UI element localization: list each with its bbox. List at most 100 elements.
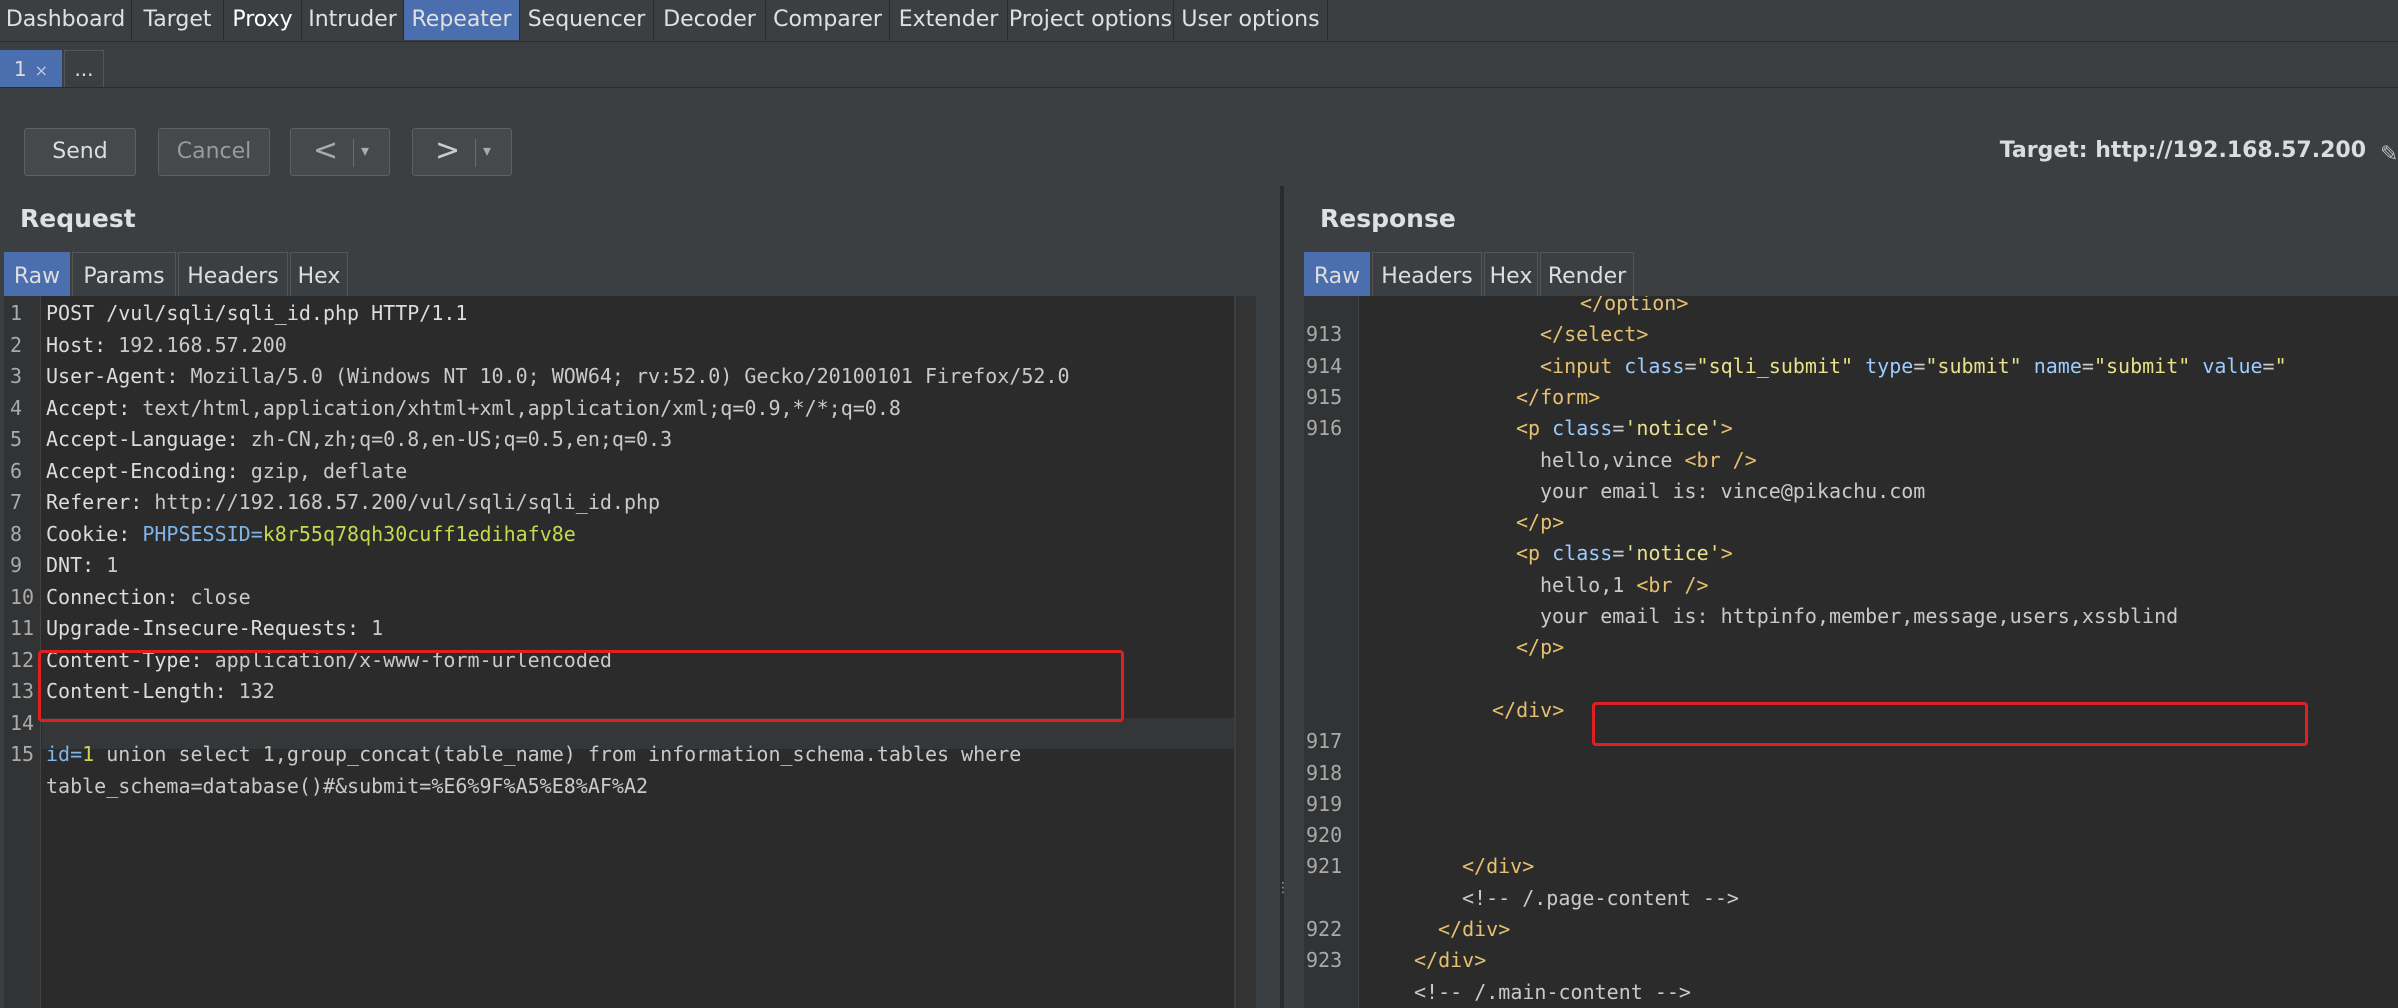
header-name: Accept: xyxy=(46,395,131,420)
code-token: your email is: httpinfo,member,message,u… xyxy=(1540,604,2179,628)
chevron-right-icon: > xyxy=(435,133,461,168)
code-token: = xyxy=(2081,353,2094,378)
response-line: <!-- /.page-content --> xyxy=(1462,883,1739,914)
header-name: Cookie: xyxy=(46,521,131,546)
response-tab-render[interactable]: Render xyxy=(1540,252,1634,296)
tab-dashboard[interactable]: Dashboard xyxy=(0,0,132,40)
close-icon[interactable]: × xyxy=(35,61,48,80)
line-number: 4 xyxy=(10,395,23,420)
tab-sequencer[interactable]: Sequencer xyxy=(520,0,654,40)
tab-project-options[interactable]: Project options xyxy=(1008,0,1174,40)
target-label: Target: http://192.168.57.200 xyxy=(1999,138,2366,163)
code-token: "submit" xyxy=(2093,353,2191,378)
header-value: 1 xyxy=(94,553,119,577)
line-number: 916 xyxy=(1306,416,1343,441)
separator xyxy=(475,139,476,167)
request-line: Cookie: PHPSESSID=k8r55q78qh30cuff1ediha… xyxy=(46,519,576,550)
code-token: class xyxy=(1612,353,1685,378)
code-token: class xyxy=(1540,416,1613,441)
line-number: 913 xyxy=(1306,322,1343,347)
tab-target[interactable]: Target xyxy=(132,0,224,40)
repeater-tabs: 1 × ... xyxy=(0,42,2398,88)
header-name: Upgrade-Insecure-Requests: xyxy=(46,616,360,640)
tab-intruder[interactable]: Intruder xyxy=(302,0,404,40)
line-number: 2 xyxy=(10,332,23,357)
response-line: hello,vince <br /> xyxy=(1540,445,1757,476)
response-tab-raw[interactable]: Raw xyxy=(1304,252,1370,296)
send-button[interactable]: Send xyxy=(24,128,136,176)
code-token: > xyxy=(1552,697,1565,722)
chevron-down-icon[interactable]: ▾ xyxy=(361,141,369,160)
request-tab-headers[interactable]: Headers xyxy=(178,252,288,296)
line-number: 15 xyxy=(10,742,35,766)
request-tab-hex[interactable]: Hex xyxy=(290,252,348,296)
code-token: > xyxy=(1676,296,1689,315)
line-number: 922 xyxy=(1306,917,1343,941)
header-name: Accept-Language: xyxy=(46,427,239,451)
cookie-value: k8r55q78qh30cuff1edihafv8e xyxy=(262,521,576,546)
tab-repeater[interactable]: Repeater xyxy=(404,0,520,40)
main-menu-bar: Dashboard Target Proxy Intruder Repeater… xyxy=(0,0,2398,42)
response-line: </div> xyxy=(1414,945,1486,976)
request-line: DNT: 1 xyxy=(46,550,118,581)
line-number: 9 xyxy=(10,553,23,577)
request-editor[interactable]: 1 2 3 4 5 6 7 8 9 10 11 12 13 14 15 POST /vul/sqli/sql… xyxy=(4,296,1234,1008)
code-token: </div xyxy=(1462,854,1523,879)
line-number: 1 xyxy=(10,301,23,325)
code-token: <!-- /.main-content --> xyxy=(1414,979,1691,1004)
tab-comparer[interactable]: Comparer xyxy=(766,0,890,40)
code-token: </div xyxy=(1414,948,1475,973)
chevron-down-icon[interactable]: ▾ xyxy=(483,141,491,160)
new-tab-button[interactable]: ... xyxy=(64,50,104,87)
code-token: hello,vince xyxy=(1540,447,1685,472)
injection-payload-highlight xyxy=(38,650,1124,722)
line-number: 11 xyxy=(10,616,35,640)
tab-proxy[interactable]: Proxy xyxy=(224,0,302,40)
code-token: </p xyxy=(1516,635,1553,660)
code-token: > xyxy=(1552,510,1565,535)
response-line: <p class='notice'> xyxy=(1516,538,1733,569)
response-tab-headers[interactable]: Headers xyxy=(1372,252,1482,296)
response-line: </form> xyxy=(1516,382,1600,413)
request-body-line: id=1 union select 1,group_concat(table_n… xyxy=(46,739,1021,770)
code-token: 'notice' xyxy=(1624,416,1721,441)
code-token: <input xyxy=(1540,353,1613,378)
cancel-button[interactable]: Cancel xyxy=(158,128,270,176)
request-line: Accept-Language: zh-CN,zh;q=0.8,en-US;q=… xyxy=(46,424,672,455)
header-value: zh-CN,zh;q=0.8,en-US;q=0.5,en;q=0.3 xyxy=(238,427,673,451)
header-value: Mozilla/5.0 (Windows NT 10.0; WOW64; rv:… xyxy=(178,364,1070,388)
code-token: </option xyxy=(1580,296,1677,315)
request-tab-raw[interactable]: Raw xyxy=(4,252,70,296)
line-number: 918 xyxy=(1306,760,1343,785)
header-value: text/html,application/xhtml+xml,applicat… xyxy=(130,395,901,420)
back-button[interactable]: < ▾ xyxy=(290,128,390,176)
code-token: "sqli_submit" xyxy=(1696,353,1854,378)
response-editor[interactable]: 913 914 915 916 917 918 919 920 921 922 923 </opti… xyxy=(1304,296,2398,1008)
response-line: <p class='notice'> xyxy=(1516,413,1733,444)
repeater-tab-1[interactable]: 1 × xyxy=(0,50,62,87)
code-token: </div xyxy=(1438,917,1499,941)
tab-extender[interactable]: Extender xyxy=(890,0,1008,40)
code-token: > xyxy=(1636,322,1649,347)
forward-button[interactable]: > ▾ xyxy=(412,128,512,176)
edit-target-icon[interactable]: ✎ xyxy=(2380,142,2398,167)
code-token: > xyxy=(1720,541,1733,566)
code-token: > xyxy=(1552,635,1565,660)
separator xyxy=(353,139,354,167)
code-token: "submit" xyxy=(1925,353,2022,378)
line-number: 921 xyxy=(1306,854,1343,879)
code-token: <p xyxy=(1516,416,1541,441)
request-scrollbar[interactable] xyxy=(1236,296,1256,1008)
tab-user-options[interactable]: User options xyxy=(1174,0,1328,40)
request-line: Host: 192.168.57.200 xyxy=(46,330,287,361)
response-line: </div> xyxy=(1462,851,1534,882)
line-number: 923 xyxy=(1306,948,1343,973)
body-token: union select 1,group_concat(table_name) … xyxy=(94,742,1022,766)
request-tab-params[interactable]: Params xyxy=(72,252,176,296)
code-token: " xyxy=(2274,353,2287,378)
request-line: Accept-Encoding: gzip, deflate xyxy=(46,456,407,487)
header-value: close xyxy=(178,584,251,609)
response-line: <!-- /.main-content --> xyxy=(1414,977,1691,1008)
response-tab-hex[interactable]: Hex xyxy=(1484,252,1538,296)
tab-decoder[interactable]: Decoder xyxy=(654,0,766,40)
